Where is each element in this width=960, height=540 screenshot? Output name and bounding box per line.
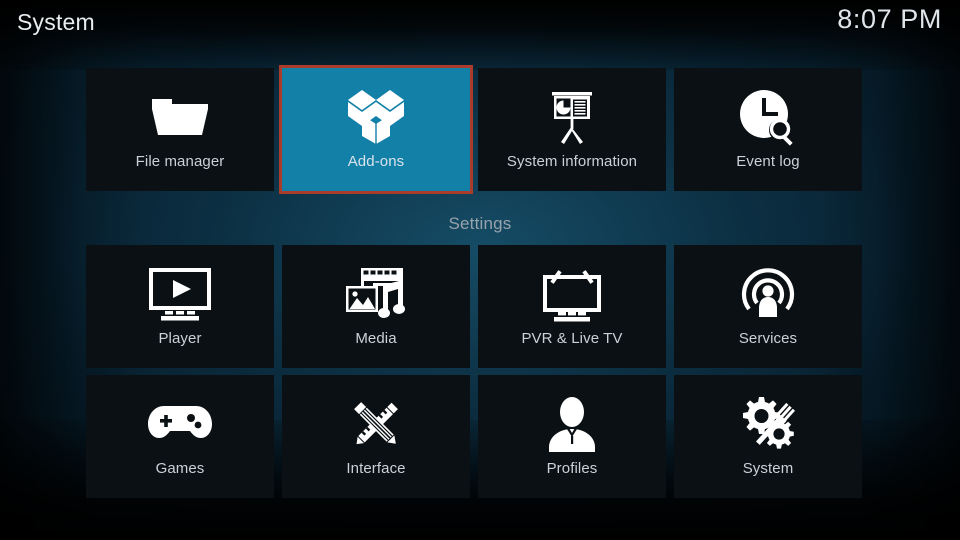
tile-label: System (742, 460, 794, 477)
monitor-play-icon (86, 263, 274, 325)
tile-system[interactable]: System (674, 375, 862, 498)
tile-row: Player Media PVR & Live TV Services (86, 245, 862, 368)
tile-label: Event log (736, 153, 800, 170)
header-bar: System 8:07 PM (0, 0, 960, 52)
tile-file-manager[interactable]: File manager (86, 68, 274, 191)
tile-pvr-live-tv[interactable]: PVR & Live TV (478, 245, 666, 368)
gears-wrench-icon (674, 393, 862, 455)
tile-label: Add-ons (347, 153, 405, 170)
tile-label: System information (506, 153, 638, 170)
tile-games[interactable]: Games (86, 375, 274, 498)
gamepad-icon (86, 393, 274, 455)
media-stack-icon (282, 263, 470, 325)
kodi-system-screen: System 8:07 PM Settings File manager Add… (0, 0, 960, 540)
tile-player[interactable]: Player (86, 245, 274, 368)
tile-event-log[interactable]: Event log (674, 68, 862, 191)
tile-profiles[interactable]: Profiles (478, 375, 666, 498)
tile-interface[interactable]: Interface (282, 375, 470, 498)
settings-section-heading: Settings (448, 214, 512, 233)
tile-system-information[interactable]: System information (478, 68, 666, 191)
person-icon (478, 393, 666, 455)
broadcast-icon (674, 263, 862, 325)
pencil-ruler-icon (282, 393, 470, 455)
tile-label: Profiles (546, 460, 598, 477)
tile-media[interactable]: Media (282, 245, 470, 368)
top-row: File manager Add-ons System information (86, 65, 862, 194)
tile-label: Interface (346, 460, 406, 477)
tile-label: Player (158, 330, 202, 347)
tv-antenna-icon (478, 263, 666, 325)
page-title: System (17, 9, 95, 35)
tile-services[interactable]: Services (674, 245, 862, 368)
tile-label: PVR & Live TV (521, 330, 623, 347)
settings-row-1: Player Media PVR & Live TV Services (86, 245, 862, 368)
tile-label: Games (155, 460, 205, 477)
clock: 8:07 PM (837, 4, 942, 34)
tile-row: Games Interface Profiles System (86, 375, 862, 498)
tile-add-ons[interactable]: Add-ons (279, 65, 473, 194)
presentation-icon (478, 86, 666, 148)
tile-label: File manager (135, 153, 225, 170)
clock-search-icon (674, 86, 862, 148)
folder-icon (86, 86, 274, 148)
settings-row-2: Games Interface Profiles System (86, 375, 862, 498)
tile-label: Media (355, 330, 397, 347)
tile-label: Services (738, 330, 798, 347)
tile-row: File manager Add-ons System information (86, 65, 862, 194)
open-box-icon (282, 86, 470, 148)
